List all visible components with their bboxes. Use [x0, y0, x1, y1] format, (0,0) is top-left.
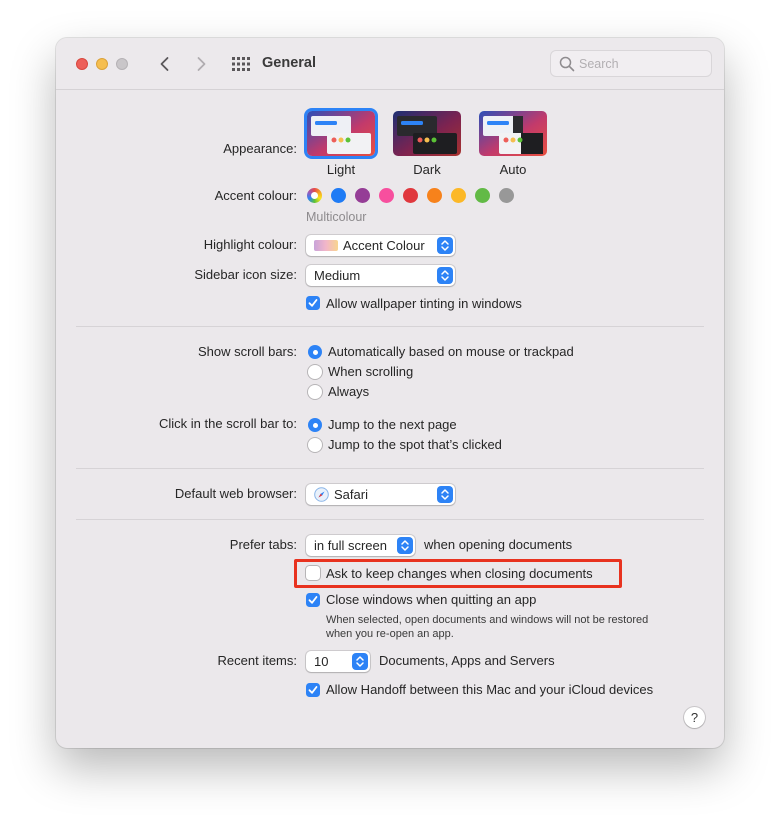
- accent-swatch-orange[interactable]: [427, 188, 442, 203]
- close-windows-note-line2: when you re-open an app.: [326, 628, 454, 640]
- prefer-tabs-label: Prefer tabs:: [229, 537, 297, 552]
- popup-arrows-icon: [437, 267, 453, 284]
- default-browser-popup[interactable]: Safari: [306, 484, 455, 505]
- popup-arrows-icon: [437, 237, 453, 254]
- ask-keep-changes-checkbox[interactable]: [306, 566, 320, 580]
- scroll-bars-always-radio[interactable]: [308, 385, 322, 399]
- highlight-colour-value: Accent Colour: [343, 238, 425, 253]
- close-windows-label: Close windows when quitting an app: [326, 592, 537, 607]
- accent-swatch-multicolour[interactable]: [307, 188, 322, 203]
- scroll-click-next-page-label: Jump to the next page: [328, 417, 457, 432]
- highlight-colour-label: Highlight colour:: [203, 237, 297, 252]
- show-scroll-bars-label: Show scroll bars:: [198, 344, 297, 359]
- popup-arrows-icon: [352, 653, 368, 670]
- prefer-tabs-suffix: when opening documents: [424, 537, 573, 552]
- accent-swatch-red[interactable]: [403, 188, 418, 203]
- handoff-label: Allow Handoff between this Mac and your …: [326, 682, 654, 697]
- ask-keep-changes-label: Ask to keep changes when closing documen…: [326, 566, 593, 581]
- safari-compass-icon: [314, 487, 329, 502]
- search-input[interactable]: [579, 55, 704, 73]
- scroll-click-spot-radio[interactable]: [308, 438, 322, 452]
- scroll-bars-automatic-label: Automatically based on mouse or trackpad: [328, 344, 574, 359]
- sidebar-icon-size-popup[interactable]: Medium: [306, 265, 455, 286]
- appearance-dark-label: Dark: [413, 162, 441, 177]
- window-title: General: [262, 55, 316, 71]
- sidebar-icon-size-label: Sidebar icon size:: [194, 267, 297, 282]
- default-browser-label: Default web browser:: [174, 486, 297, 501]
- recent-items-value: 10: [314, 654, 329, 669]
- search-field[interactable]: [550, 50, 712, 77]
- checkmark-icon: [308, 299, 318, 307]
- appearance-dark-option[interactable]: [393, 111, 461, 156]
- recent-items-suffix: Documents, Apps and Servers: [379, 653, 555, 668]
- appearance-light-label: Light: [326, 162, 356, 177]
- appearance-label: Appearance:: [223, 141, 297, 156]
- forward-arrow-icon[interactable]: [189, 52, 213, 76]
- accent-swatch-green[interactable]: [475, 188, 490, 203]
- prefer-tabs-popup[interactable]: in full screen: [306, 535, 415, 556]
- click-scroll-bar-label: Click in the scroll bar to:: [159, 416, 297, 431]
- appearance-light-option[interactable]: [307, 111, 375, 156]
- help-button[interactable]: ?: [684, 707, 705, 728]
- accent-swatch-purple[interactable]: [355, 188, 370, 203]
- prefer-tabs-value: in full screen: [314, 538, 387, 553]
- popup-arrows-icon: [397, 537, 413, 554]
- accent-swatch-pink[interactable]: [379, 188, 394, 203]
- accent-swatch-blue[interactable]: [331, 188, 346, 203]
- scroll-bars-always-label: Always: [328, 384, 370, 399]
- search-icon: [559, 56, 575, 72]
- accent-swatch-yellow[interactable]: [451, 188, 466, 203]
- close-windows-checkbox[interactable]: [306, 593, 320, 607]
- close-window-button[interactable]: [76, 58, 88, 70]
- accent-swatch-graphite[interactable]: [499, 188, 514, 203]
- scroll-bars-automatic-radio[interactable]: [308, 345, 322, 359]
- section-divider: [76, 468, 704, 469]
- recent-items-popup[interactable]: 10: [306, 651, 370, 672]
- checkmark-icon: [308, 686, 318, 694]
- section-divider: [76, 326, 704, 327]
- checkmark-icon: [308, 596, 318, 604]
- minimize-window-button[interactable]: [96, 58, 108, 70]
- accent-selected-name: Multicolour: [306, 210, 367, 224]
- scroll-bars-when-scrolling-label: When scrolling: [328, 364, 414, 379]
- show-all-grid-icon[interactable]: [232, 57, 250, 71]
- highlight-colour-preview-icon: [314, 240, 338, 251]
- section-divider: [76, 519, 704, 520]
- default-browser-value: Safari: [334, 487, 368, 502]
- highlight-colour-popup[interactable]: Accent Colour: [306, 235, 455, 256]
- zoom-window-button[interactable]: [116, 58, 128, 70]
- wallpaper-tinting-label: Allow wallpaper tinting in windows: [326, 296, 522, 311]
- accent-colour-label: Accent colour:: [214, 188, 297, 203]
- wallpaper-tinting-checkbox[interactable]: [306, 296, 320, 310]
- scroll-bars-when-scrolling-radio[interactable]: [308, 365, 322, 379]
- recent-items-label: Recent items:: [217, 653, 297, 668]
- appearance-auto-label: Auto: [499, 162, 527, 177]
- handoff-checkbox[interactable]: [306, 683, 320, 697]
- appearance-auto-option[interactable]: [479, 111, 547, 156]
- close-windows-note-line1: When selected, open documents and window…: [326, 614, 649, 626]
- back-arrow-icon[interactable]: [153, 52, 177, 76]
- preferences-window: General Appearance:: [56, 38, 724, 748]
- popup-arrows-icon: [437, 486, 453, 503]
- scroll-click-spot-label: Jump to the spot that’s clicked: [328, 437, 502, 452]
- titlebar: General: [56, 38, 724, 90]
- scroll-click-next-page-radio[interactable]: [308, 418, 322, 432]
- sidebar-icon-size-value: Medium: [314, 268, 361, 283]
